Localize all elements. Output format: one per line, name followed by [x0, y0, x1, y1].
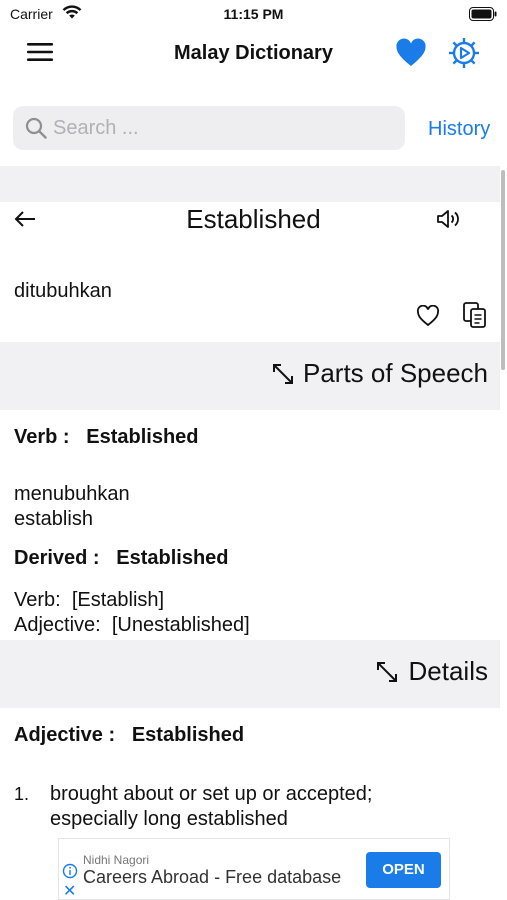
entry-translation: ditubuhkan — [14, 280, 112, 302]
favorite-heart-outline-icon[interactable] — [416, 304, 440, 332]
copy-icon[interactable] — [462, 301, 488, 334]
derived-lines: Verb: [Establish] Adjective: [Unestablis… — [14, 588, 250, 638]
adjective-label: Adjective : — [14, 724, 116, 746]
derived-word: Established — [116, 547, 229, 569]
definition-text-line: brought about or set up or accepted; — [50, 783, 373, 805]
word-header: Established — [0, 202, 500, 242]
definition-number: 1. — [14, 784, 30, 804]
derived-heading: Derived : Established — [14, 547, 229, 570]
entry-word: Established — [186, 204, 321, 234]
ad-open-button[interactable]: OPEN — [366, 852, 441, 888]
favorites-heart-icon[interactable] — [395, 38, 427, 73]
parts-of-speech-header[interactable]: Parts of Speech — [0, 342, 500, 410]
details-title: Details — [408, 656, 488, 686]
ad-close-icon[interactable]: ✕ — [63, 881, 76, 900]
status-time: 11:15 PM — [223, 6, 284, 22]
ad-headline[interactable]: Careers Abroad - Free database — [83, 867, 341, 888]
status-bar: Carrier 11:15 PM — [0, 0, 507, 30]
derived-line-label: Adjective: — [14, 614, 101, 636]
speaker-icon[interactable] — [436, 208, 462, 235]
details-header[interactable]: Details — [0, 640, 500, 708]
ad-advertiser: Nidhi Nagori — [83, 853, 150, 867]
derived-line-label: Verb: — [14, 589, 61, 611]
derived-line-value[interactable]: [Unestablished] — [112, 614, 250, 636]
verb-meaning-item: menubuhkan — [14, 483, 130, 505]
derived-line: Verb: [Establish] — [14, 588, 250, 613]
search-row: History — [0, 106, 507, 150]
definition-text-line: especially long established — [50, 808, 288, 830]
top-divider-band — [0, 166, 500, 202]
expand-arrows-icon — [271, 362, 295, 391]
scrollbar[interactable] — [501, 170, 505, 370]
search-box[interactable] — [13, 106, 405, 150]
verb-meaning-item: establish — [14, 508, 93, 530]
verb-meanings: menubuhkan establish — [14, 482, 130, 532]
parts-of-speech-title: Parts of Speech — [303, 358, 488, 388]
derived-line: Adjective: [Unestablished] — [14, 613, 250, 638]
search-icon — [25, 117, 47, 144]
page-title: Malay Dictionary — [174, 42, 333, 64]
derived-line-value[interactable]: [Establish] — [72, 589, 164, 611]
adjective-heading: Adjective : Established — [14, 724, 244, 747]
derived-label: Derived : — [14, 547, 100, 569]
verb-heading: Verb : Established — [14, 426, 199, 449]
ad-banner[interactable]: ✕ Nidhi Nagori Careers Abroad - Free dat… — [58, 838, 450, 900]
nav-bar: Malay Dictionary — [0, 30, 507, 76]
battery-icon — [469, 7, 497, 26]
settings-gear-icon[interactable] — [447, 36, 481, 75]
verb-label: Verb : — [14, 426, 70, 448]
history-button[interactable]: History — [428, 118, 490, 141]
definition-text: brought about or set up or accepted; esp… — [50, 782, 490, 832]
expand-arrows-icon — [375, 660, 399, 689]
adjective-word: Established — [131, 724, 245, 746]
search-input[interactable] — [53, 114, 393, 142]
verb-word: Established — [86, 426, 199, 448]
